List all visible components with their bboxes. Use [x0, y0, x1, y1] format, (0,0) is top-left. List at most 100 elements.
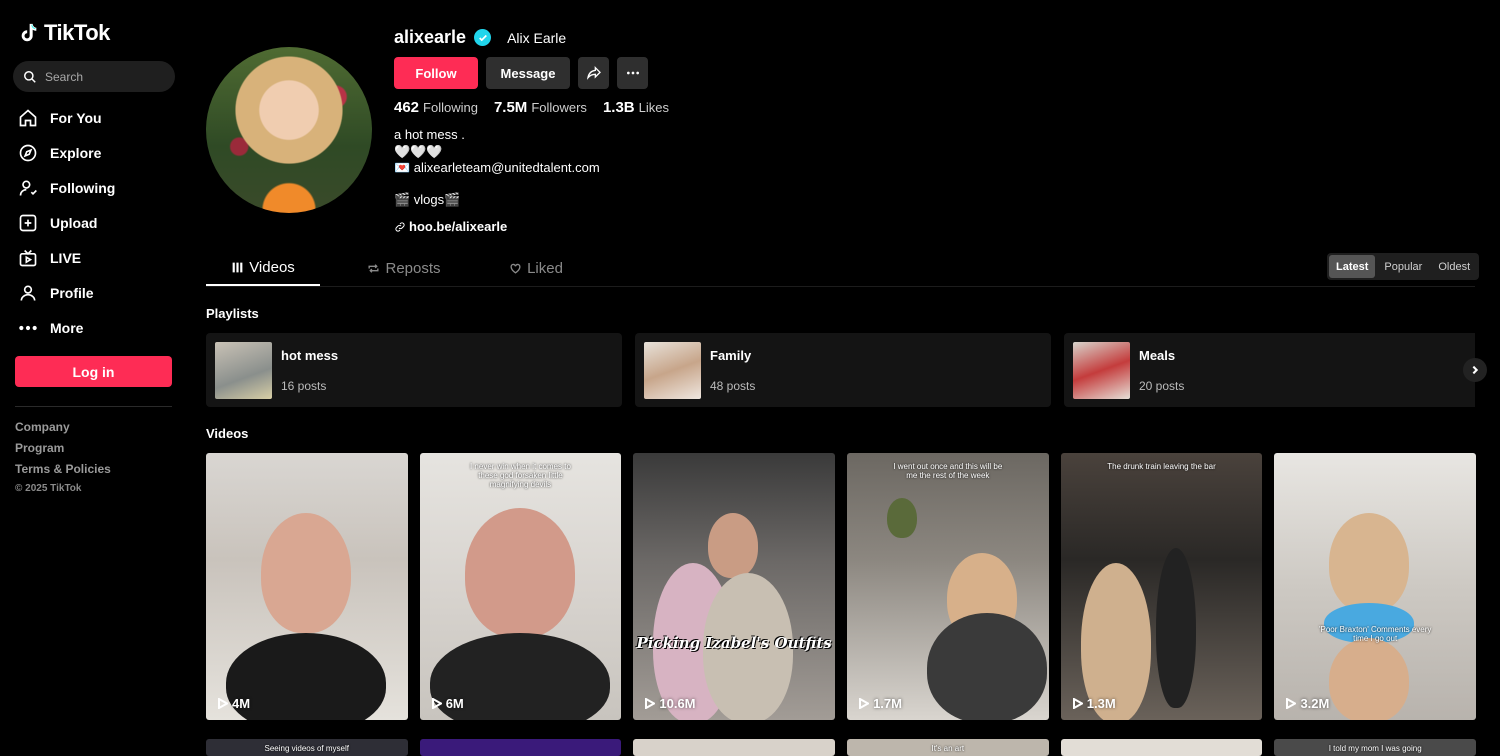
tab-label: Videos [249, 259, 295, 276]
nav-item-more[interactable]: More [18, 310, 115, 345]
video-card[interactable]: Seeing videos of myself [206, 739, 408, 756]
login-button[interactable]: Log in [15, 356, 172, 387]
playlist-count: 48 posts [710, 379, 756, 393]
view-count-text: 1.3M [1086, 696, 1116, 711]
playlist-name: Meals [1139, 348, 1176, 363]
video-card[interactable]: I went out once and this will be me the … [847, 453, 1049, 720]
view-count: 10.6M [645, 696, 696, 711]
footer-link-company[interactable]: Company [15, 420, 111, 434]
nav-label: More [50, 319, 84, 336]
playlist-card[interactable]: Meals 20 posts [1064, 333, 1480, 407]
stat-label: Followers [531, 100, 587, 115]
nav-item-upload[interactable]: Upload [18, 205, 115, 240]
video-card[interactable]: The drunk train leaving the bar 1.3M [1060, 453, 1263, 720]
tab-reposts[interactable]: Reposts [338, 251, 470, 286]
profile-icon [18, 283, 38, 303]
stat-following[interactable]: 462 Following [394, 99, 478, 116]
view-count-text: 6M [445, 696, 464, 711]
tab-label: Reposts [385, 260, 441, 277]
nav-item-profile[interactable]: Profile [18, 275, 115, 310]
play-icon [859, 698, 870, 709]
video-card[interactable] [633, 739, 835, 756]
footer-link-program[interactable]: Program [15, 441, 111, 455]
ellipsis-icon [626, 71, 639, 75]
playlist-count: 16 posts [281, 379, 327, 393]
heart-lock-icon [510, 263, 521, 274]
view-count: 4M [218, 696, 250, 711]
search-box[interactable] [13, 61, 175, 92]
play-icon [1072, 698, 1083, 709]
home-icon [18, 108, 38, 128]
tab-videos[interactable]: Videos [206, 251, 320, 286]
profile-stats: 462 Following 7.5M Followers 1.3B Likes [394, 99, 669, 116]
share-button[interactable] [578, 57, 609, 89]
tiktok-logo[interactable]: TikTok [18, 20, 110, 46]
view-count: 1.3M [1072, 696, 1116, 711]
stat-value: 7.5M [493, 99, 528, 116]
profile-avatar [206, 47, 372, 213]
video-card[interactable] [1060, 739, 1263, 756]
video-caption: It's an art [931, 744, 965, 753]
nav-item-following[interactable]: Following [18, 170, 115, 205]
video-card[interactable]: I never win when it comes to these god f… [419, 453, 622, 720]
search-input[interactable] [45, 69, 165, 84]
view-count: 1.7M [859, 696, 902, 711]
video-card[interactable] [419, 739, 622, 756]
video-card[interactable]: 4M [206, 453, 408, 720]
share-icon [586, 66, 601, 80]
stat-likes: 1.3B Likes [603, 99, 669, 116]
video-thumbnail [708, 513, 759, 578]
playlist-next-button[interactable] [1463, 358, 1487, 382]
sort-popular[interactable]: Popular [1377, 255, 1429, 278]
video-caption: Seeing videos of myself [264, 744, 350, 753]
video-card[interactable]: It's an art [847, 739, 1049, 756]
video-card[interactable]: Picking Izabel's Outfits 10.6M [633, 453, 835, 720]
more-options-button[interactable] [617, 57, 648, 89]
sidebar-divider [15, 406, 172, 407]
playlist-name: hot mess [281, 348, 339, 363]
playlist-name: Family [710, 348, 752, 363]
video-overlay-text: Picking Izabel's Outfits [636, 634, 832, 652]
playlist-card[interactable]: Family 48 posts [635, 333, 1051, 407]
play-icon [218, 698, 228, 709]
view-count: 6M [431, 696, 464, 711]
profile-actions: Follow Message [394, 57, 648, 89]
video-card[interactable]: 'Poor Braxton' Comments every time I go … [1274, 453, 1476, 720]
sort-latest[interactable]: Latest [1329, 255, 1376, 278]
repost-icon [368, 264, 379, 273]
playlist-thumbnail [215, 342, 272, 399]
video-thumbnail [927, 613, 1048, 720]
view-count: 3.2M [1286, 696, 1329, 711]
nav-item-for-you[interactable]: For You [18, 100, 115, 135]
video-caption: I never win when it comes to these god f… [469, 462, 571, 489]
tab-label: Liked [527, 260, 563, 277]
video-caption: 'Poor Braxton' Comments every time I go … [1318, 625, 1432, 643]
sort-oldest[interactable]: Oldest [1431, 255, 1477, 278]
stat-followers[interactable]: 7.5M Followers [494, 99, 587, 116]
follow-button[interactable]: Follow [394, 57, 478, 89]
playlist-card[interactable]: hot mess 16 posts [206, 333, 622, 407]
profile-link[interactable]: hoo.be/alixearle [394, 219, 507, 234]
stat-label: Following [423, 100, 478, 115]
playlists-heading: Playlists [206, 306, 259, 321]
nav-item-live[interactable]: LIVE [18, 240, 115, 275]
profile-name-row: alixearle Alix Earle [394, 27, 566, 48]
profile-display-name: Alix Earle [507, 29, 567, 46]
upload-icon [18, 213, 38, 233]
video-card[interactable]: I told my mom I was going [1274, 739, 1476, 756]
copyright-text: © 2025 TikTok [15, 483, 82, 494]
tab-liked[interactable]: Liked [470, 251, 602, 286]
video-grid: 4M I never win when it comes to these go… [206, 453, 1476, 756]
content-tabs: Videos Reposts Liked [206, 251, 602, 286]
nav-label: Following [50, 179, 116, 196]
message-button[interactable]: Message [486, 57, 570, 89]
link-icon [395, 221, 405, 232]
profile-bio: a hot mess . 🤍🤍🤍 💌 alixearleteam@unitedt… [394, 127, 600, 177]
live-icon [18, 248, 38, 268]
search-icon [24, 70, 36, 83]
stat-value: 462 [394, 99, 420, 116]
view-count-text: 3.2M [1300, 696, 1330, 711]
nav-item-explore[interactable]: Explore [18, 135, 115, 170]
tiktok-logo-icon [21, 23, 37, 42]
footer-link-terms[interactable]: Terms & Policies [15, 462, 111, 476]
